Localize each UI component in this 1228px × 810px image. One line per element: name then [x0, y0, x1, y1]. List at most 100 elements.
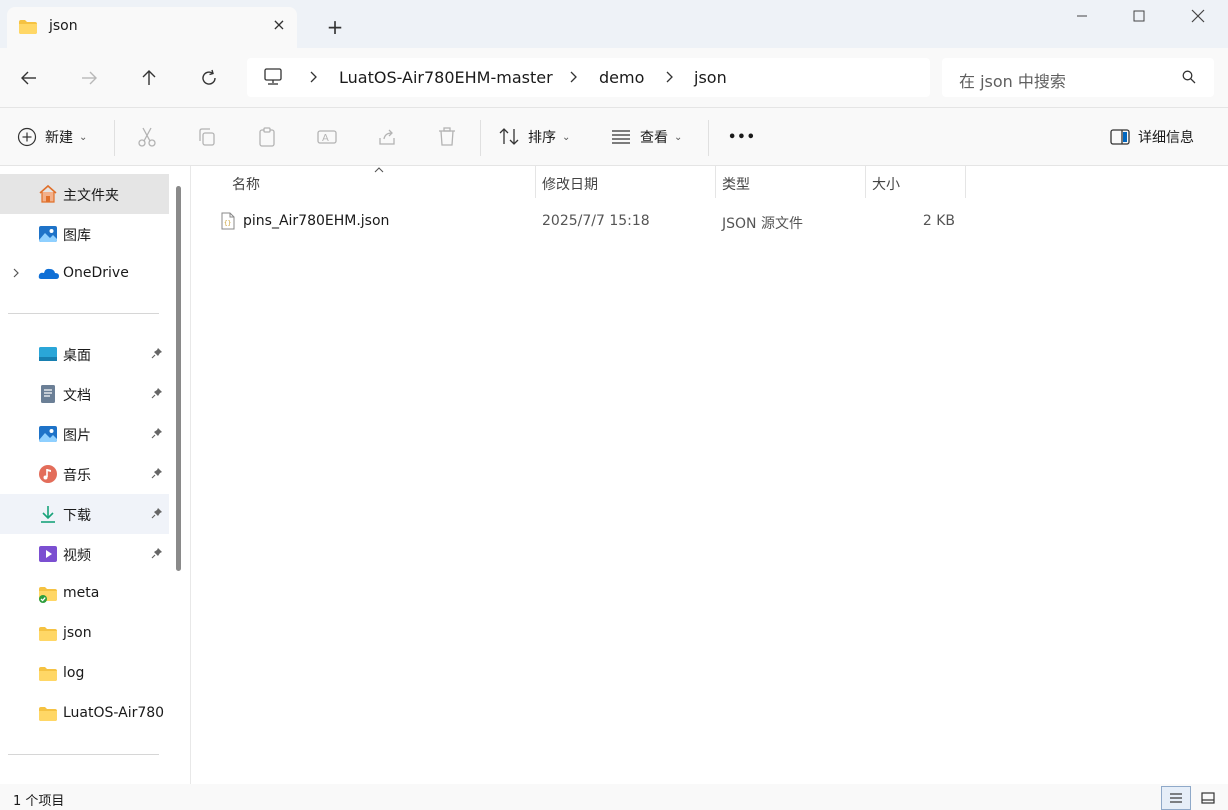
delete-button[interactable] — [436, 122, 458, 152]
new-button[interactable]: 新建 ⌄ — [17, 122, 87, 152]
column-header-name[interactable]: 名称 — [191, 166, 535, 198]
folder-icon — [38, 624, 58, 644]
details-label: 详细信息 — [1138, 130, 1194, 146]
arrow-up-icon — [142, 70, 156, 85]
divider — [114, 120, 115, 156]
share-button[interactable] — [376, 122, 398, 152]
sidebar-item-meta[interactable]: meta — [0, 574, 169, 614]
item-count: 1 个项目 — [13, 794, 65, 809]
chevron-down-icon: ⌄ — [562, 131, 571, 143]
rename-button[interactable]: A — [316, 122, 338, 152]
file-list: 名称 修改日期 类型 大小 {} pins_Air780EHM.json 202… — [191, 166, 1228, 784]
maximize-button[interactable] — [1109, 0, 1169, 32]
sidebar-item-label: json — [63, 625, 92, 641]
tab-json[interactable]: json × — [7, 7, 297, 48]
folder-icon — [38, 664, 58, 684]
column-label: 类型 — [722, 177, 750, 193]
folder-icon — [38, 704, 58, 724]
pin-icon[interactable] — [151, 427, 163, 443]
file-modified: 2025/7/7 15:18 — [542, 213, 650, 229]
sidebar-item-log[interactable]: log — [0, 654, 169, 694]
sidebar-item-videos[interactable]: 视频 — [0, 534, 169, 574]
pin-icon[interactable] — [151, 547, 163, 563]
breadcrumb-item[interactable]: json — [694, 68, 727, 87]
tab-close-icon[interactable]: × — [269, 15, 289, 35]
chevron-right-icon — [310, 71, 317, 83]
file-type: JSON 源文件 — [722, 216, 803, 232]
file-size: 2 KB — [922, 213, 955, 229]
gallery-icon — [38, 224, 58, 244]
sidebar-item-desktop[interactable]: 桌面 — [0, 334, 169, 374]
arrow-left-icon — [21, 71, 36, 85]
column-header-modified[interactable]: 修改日期 — [535, 166, 715, 198]
close-window-button[interactable] — [1168, 0, 1228, 32]
desktop-icon — [38, 344, 58, 364]
search-placeholder: 在 json 中搜索 — [959, 72, 1066, 91]
paste-icon — [259, 127, 275, 147]
column-label: 名称 — [232, 177, 260, 193]
breadcrumb-item[interactable]: LuatOS-Air780EHM-master — [339, 68, 553, 87]
details-view-button[interactable] — [1161, 786, 1191, 810]
download-icon — [38, 504, 58, 524]
pin-icon[interactable] — [151, 467, 163, 483]
sidebar-item-label: 主文件夹 — [63, 188, 119, 204]
minimize-button[interactable] — [1052, 0, 1112, 32]
sidebar-item-json[interactable]: json — [0, 614, 169, 654]
address-bar[interactable]: LuatOS-Air780EHM-master demo json — [247, 58, 930, 97]
chevron-right-icon[interactable] — [11, 267, 21, 282]
navigation-pane: 主文件夹 图库 OneDrive 桌面 文档 图片 音乐 下载 视频 meta … — [0, 166, 184, 784]
cut-button[interactable] — [136, 122, 158, 152]
sidebar-scrollbar[interactable] — [176, 186, 181, 571]
divider — [708, 120, 709, 156]
svg-text:{}: {} — [224, 220, 231, 227]
sidebar-item-label: 文档 — [63, 388, 91, 404]
copy-button[interactable] — [196, 122, 218, 152]
more-options-button[interactable]: ••• — [728, 122, 756, 152]
sidebar-item-gallery[interactable]: 图库 — [0, 214, 169, 254]
navigation-bar: LuatOS-Air780EHM-master demo json 在 json… — [0, 48, 1228, 107]
tiles-view-button[interactable] — [1193, 786, 1223, 810]
sidebar-item-home[interactable]: 主文件夹 — [0, 174, 169, 214]
sidebar-item-label: 图库 — [63, 228, 91, 244]
sort-icon — [499, 128, 519, 145]
view-button[interactable]: 查看 ⌄ — [610, 122, 682, 152]
new-tab-button[interactable]: + — [322, 16, 348, 40]
sidebar-item-downloads[interactable]: 下载 — [0, 494, 169, 534]
pin-icon[interactable] — [151, 387, 163, 403]
sidebar-item-pictures[interactable]: 图片 — [0, 414, 169, 454]
pin-icon[interactable] — [151, 507, 163, 523]
json-file-icon: {} — [221, 212, 235, 234]
sidebar-item-luatos[interactable]: LuatOS-Air780 — [0, 694, 169, 734]
column-header-size[interactable]: 大小 — [865, 166, 965, 198]
sidebar-item-music[interactable]: 音乐 — [0, 454, 169, 494]
column-label: 修改日期 — [542, 177, 598, 193]
sidebar-item-label: meta — [63, 585, 100, 601]
forward-button[interactable] — [74, 63, 104, 93]
refresh-button[interactable] — [194, 63, 224, 93]
svg-text:A: A — [322, 133, 329, 144]
details-pane-button[interactable]: 详细信息 — [1110, 122, 1194, 152]
onedrive-icon — [38, 264, 59, 284]
paste-button[interactable] — [256, 122, 278, 152]
sidebar-item-label: OneDrive — [63, 265, 129, 281]
divider — [480, 120, 481, 156]
column-separator[interactable] — [965, 166, 966, 198]
file-row[interactable]: {} pins_Air780EHM.json 2025/7/7 15:18 JS… — [191, 206, 966, 238]
column-header-type[interactable]: 类型 — [715, 166, 865, 198]
search-box[interactable]: 在 json 中搜索 — [942, 58, 1214, 97]
details-pane-icon — [1110, 129, 1130, 145]
breadcrumb-item[interactable]: demo — [599, 68, 644, 87]
sort-ascending-icon — [374, 166, 384, 177]
chevron-right-icon — [666, 71, 673, 83]
sort-button[interactable]: 排序 ⌄ — [498, 122, 570, 152]
sidebar-item-documents[interactable]: 文档 — [0, 374, 169, 414]
up-button[interactable] — [134, 63, 164, 93]
sidebar-divider — [8, 313, 159, 314]
pin-icon[interactable] — [151, 347, 163, 363]
column-label: 大小 — [872, 177, 900, 193]
back-button[interactable] — [14, 63, 44, 93]
scissors-icon — [138, 127, 156, 147]
sidebar-item-onedrive[interactable]: OneDrive — [0, 254, 169, 294]
sidebar-item-label: log — [63, 665, 85, 681]
chevron-right-icon — [570, 71, 577, 83]
